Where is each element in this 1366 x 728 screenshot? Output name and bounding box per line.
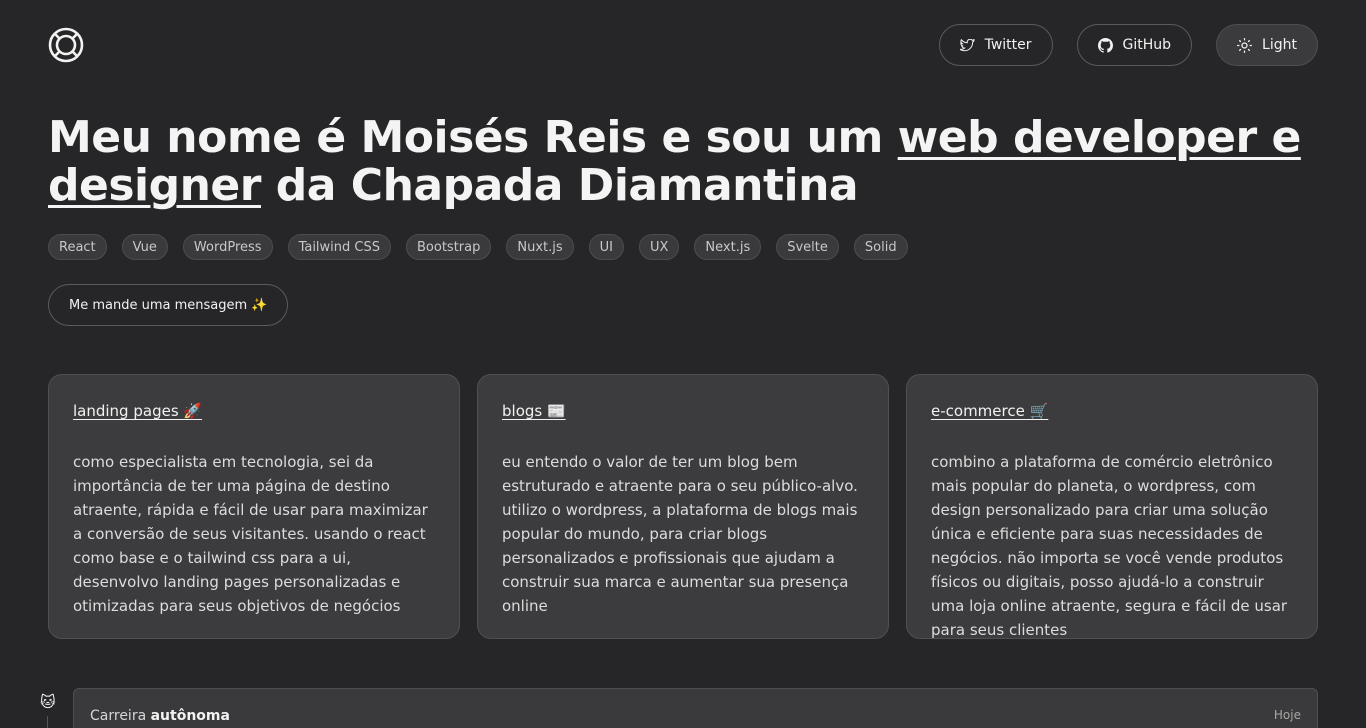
card-text: combino a plataforma de comércio eletrôn… — [931, 453, 1288, 639]
service-card-landing-pages: landing pages 🚀 como especialista em tec… — [48, 374, 460, 639]
github-button[interactable]: GitHub — [1076, 24, 1193, 66]
tag-wordpress: WordPress — [182, 234, 273, 260]
github-icon — [1097, 37, 1113, 53]
hero-title-end: da Chapada Diamantina — [260, 160, 859, 211]
timeline-date: Hoje — [1273, 708, 1301, 722]
card-text: como especialista em tecnologia, sei da … — [73, 453, 428, 615]
tag-solid: Solid — [853, 234, 908, 260]
cat-icon: 🐱 — [40, 693, 56, 711]
tag-react: React — [48, 234, 107, 260]
tag-nuxt: Nuxt.js — [506, 234, 574, 260]
timeline-label: Carreira — [90, 708, 147, 724]
theme-toggle-label: Light — [1262, 37, 1297, 53]
tag-bootstrap: Bootstrap — [406, 234, 492, 260]
card-title-link[interactable]: landing pages 🚀 — [73, 402, 202, 420]
timeline-line — [47, 716, 48, 728]
twitter-icon — [959, 38, 975, 52]
twitter-button[interactable]: Twitter — [938, 24, 1053, 66]
tag-next: Next.js — [694, 234, 762, 260]
card-title-link[interactable]: blogs 📰 — [502, 402, 566, 420]
timeline-label-bold: autônoma — [150, 708, 230, 724]
tech-tags: React Vue WordPress Tailwind CSS Bootstr… — [48, 234, 908, 260]
timeline-title: Carreira autônoma — [90, 708, 230, 728]
github-label: GitHub — [1122, 37, 1172, 53]
theme-toggle-button[interactable]: Light — [1216, 24, 1318, 66]
tag-ui: UI — [588, 234, 624, 260]
send-message-button[interactable]: Me mande uma mensagem ✨ — [48, 284, 289, 326]
tag-ux: UX — [639, 234, 680, 260]
hero-title: Meu nome é Moisés Reis e sou um web deve… — [48, 114, 1318, 210]
twitter-label: Twitter — [984, 37, 1032, 53]
header-nav: Twitter GitHub Light — [938, 24, 1318, 66]
services-cards: landing pages 🚀 como especialista em tec… — [48, 374, 1318, 639]
logo-icon[interactable] — [48, 27, 84, 63]
sun-icon — [1237, 37, 1253, 53]
service-card-blogs: blogs 📰 eu entendo o valor de ter um blo… — [477, 374, 889, 639]
tag-svelte: Svelte — [776, 234, 839, 260]
hero-title-start: Meu nome é Moisés Reis e sou um — [48, 112, 898, 163]
card-title-link[interactable]: e-commerce 🛒 — [931, 402, 1048, 420]
timeline-item: Carreira autônoma Hoje — [73, 688, 1318, 728]
tag-tailwind: Tailwind CSS — [287, 234, 391, 260]
service-card-ecommerce: e-commerce 🛒 combino a plataforma de com… — [906, 374, 1318, 639]
tag-vue: Vue — [121, 234, 168, 260]
page: Twitter GitHub Light Meu nome é Moisés R… — [0, 0, 1366, 728]
card-text: eu entendo o valor de ter um blog bem es… — [502, 453, 858, 615]
